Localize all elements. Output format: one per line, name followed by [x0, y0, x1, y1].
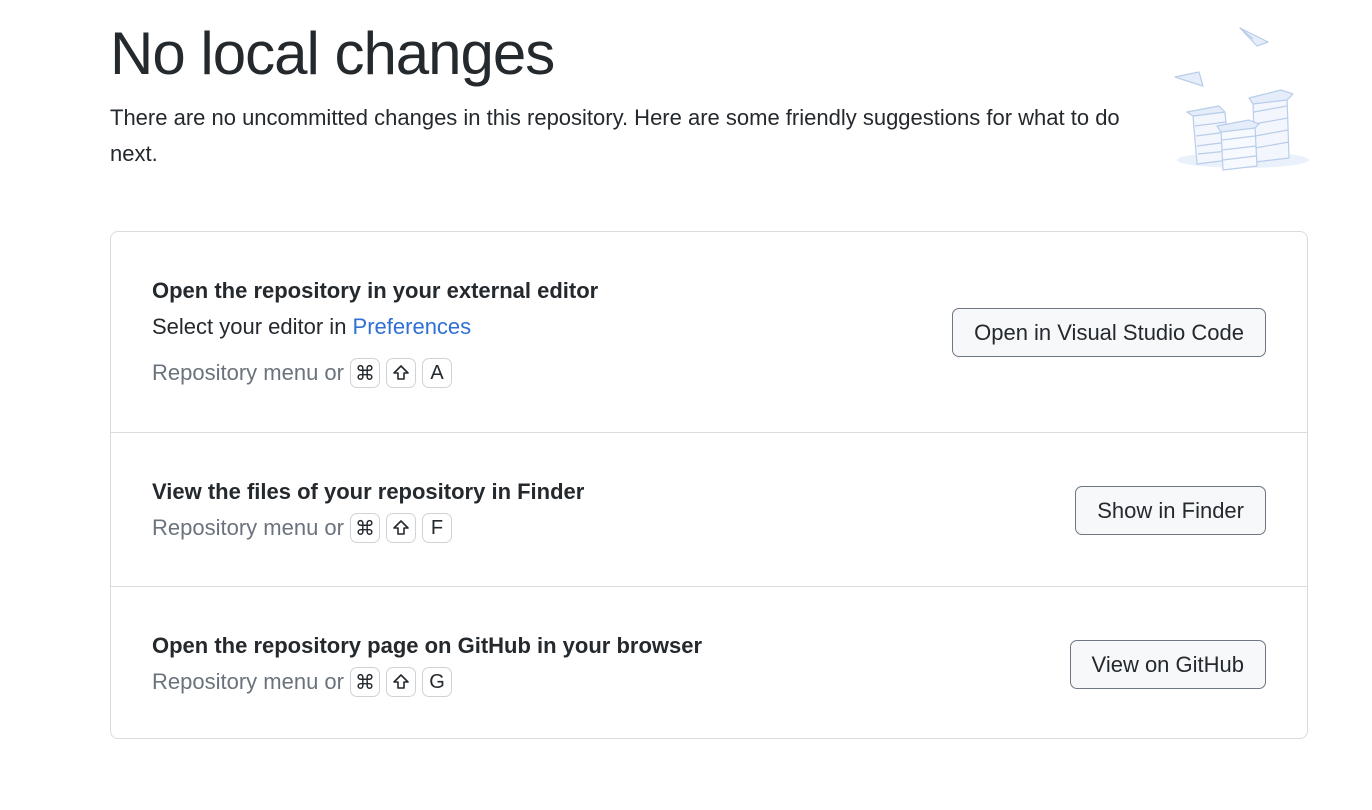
suggestion-show-in-finder: View the files of your repository in Fin…	[111, 432, 1307, 586]
suggestion-heading: Open the repository in your external edi…	[152, 278, 599, 303]
command-key-icon: ⌘	[349, 358, 380, 388]
preferences-link[interactable]: Preferences	[353, 314, 472, 339]
show-in-finder-button[interactable]: Show in Finder	[1075, 486, 1266, 535]
view-on-github-button[interactable]: View on GitHub	[1069, 640, 1266, 689]
letter-key: F	[421, 513, 452, 543]
shift-key-icon	[385, 358, 416, 388]
keyboard-shortcut: Repository menu or ⌘ F	[152, 513, 452, 543]
letter-key: G	[421, 667, 452, 697]
suggestion-heading: View the files of your repository in Fin…	[152, 479, 585, 504]
command-key-icon: ⌘	[349, 513, 380, 543]
no-changes-view: No local changes There are no uncommitte…	[0, 0, 1372, 810]
description-text: Select your editor in	[152, 314, 353, 339]
suggestion-view-on-github: Open the repository page on GitHub in yo…	[111, 586, 1307, 738]
suggestions-card: Open the repository in your external edi…	[110, 231, 1308, 739]
shift-key-icon	[385, 513, 416, 543]
paper-stacks-illustration	[1165, 20, 1315, 175]
open-in-editor-button[interactable]: Open in Visual Studio Code	[952, 308, 1266, 357]
keyboard-shortcut: Repository menu or ⌘ A	[152, 358, 452, 388]
shortcut-prefix: Repository menu or	[152, 669, 344, 694]
suggestion-heading: Open the repository page on GitHub in yo…	[152, 633, 703, 658]
suggestion-open-editor: Open the repository in your external edi…	[111, 232, 1307, 432]
suggestion-description: Select your editor in Preferences	[152, 314, 471, 340]
shortcut-prefix: Repository menu or	[152, 515, 344, 540]
page-title: No local changes	[110, 20, 555, 87]
command-key-icon: ⌘	[349, 667, 380, 697]
letter-key: A	[421, 358, 452, 388]
page-subtitle: There are no uncommitted changes in this…	[110, 105, 1120, 166]
shortcut-prefix: Repository menu or	[152, 360, 344, 385]
shift-key-icon	[385, 667, 416, 697]
keyboard-shortcut: Repository menu or ⌘ G	[152, 667, 452, 697]
